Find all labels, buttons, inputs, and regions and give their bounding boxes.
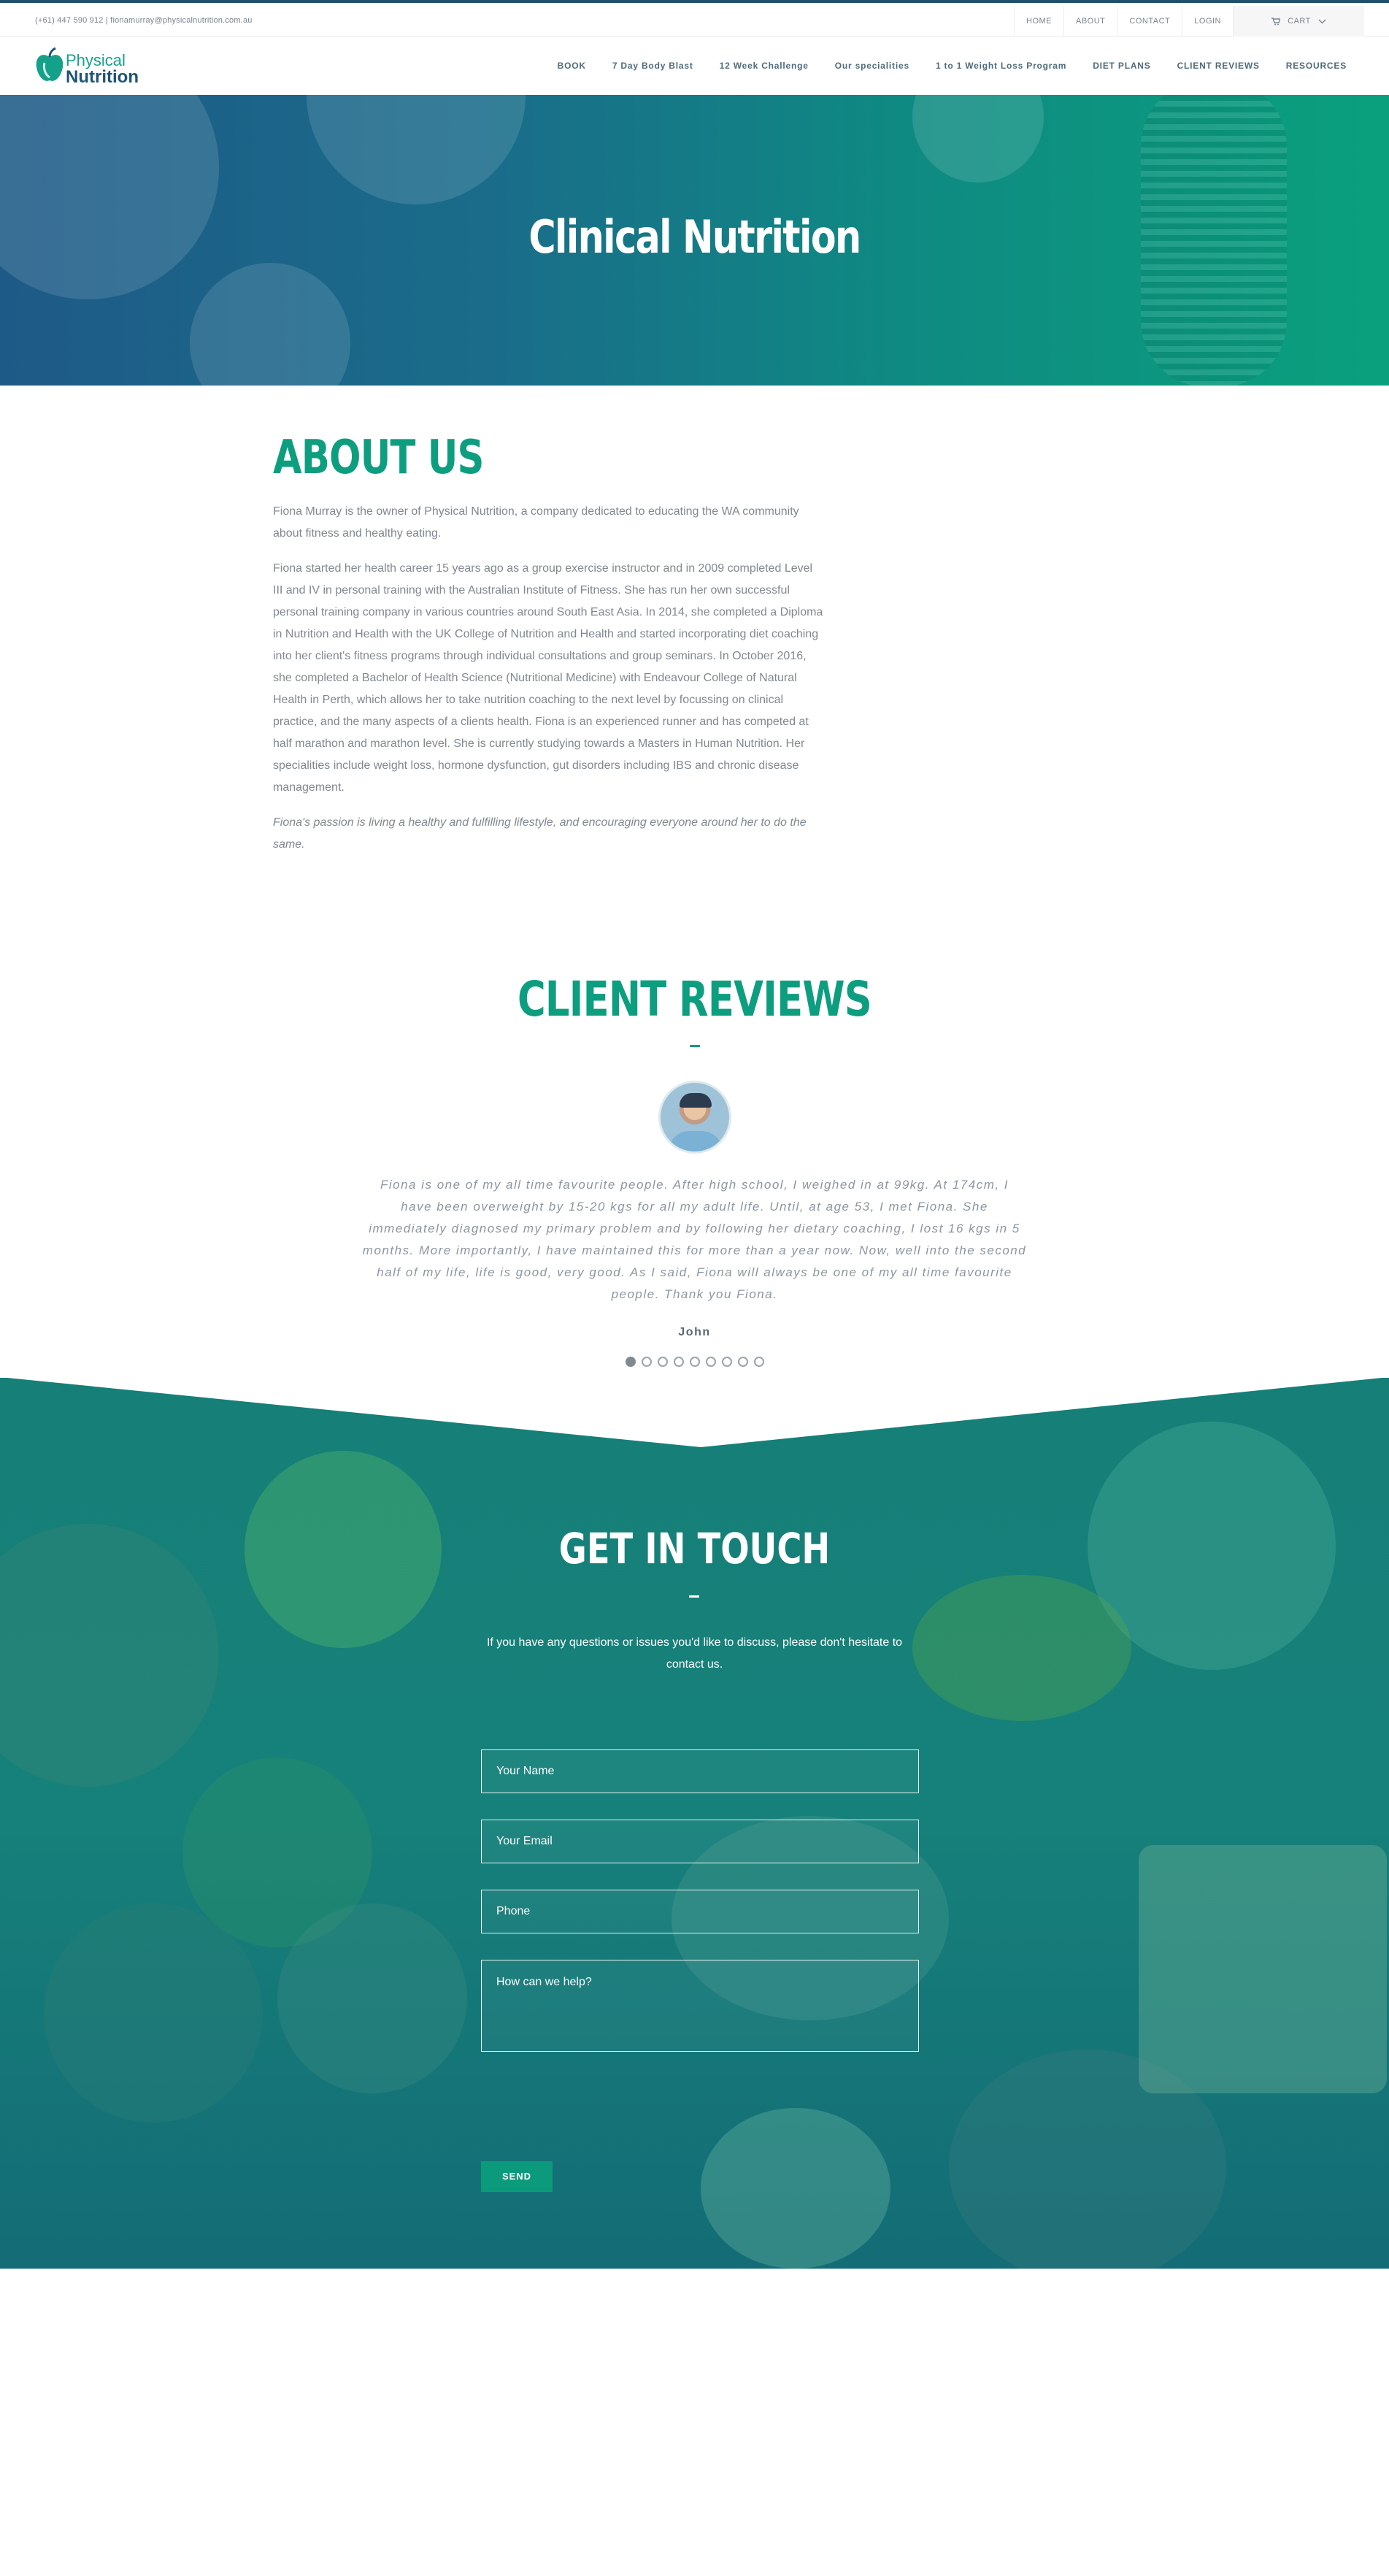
about-section: ABOUT US Fiona Murray is the owner of Ph… xyxy=(273,431,825,869)
contact-heading: GET IN TOUCH xyxy=(558,1524,831,1573)
hero-bg-shape xyxy=(190,263,350,386)
slider-dot[interactable] xyxy=(673,1357,684,1367)
review-quote: Fiona is one of my all time favourite pe… xyxy=(362,1178,1027,1301)
cart-icon xyxy=(1271,17,1281,25)
send-button[interactable]: SEND xyxy=(481,2161,553,2192)
contact-intro: If you have any questions or issues you'… xyxy=(486,1636,903,1671)
heading-divider xyxy=(689,1045,700,1047)
cart-button[interactable]: CART xyxy=(1233,6,1364,37)
email-field[interactable]: Your Email xyxy=(481,1820,919,1863)
slider-dot[interactable] xyxy=(625,1357,636,1367)
section-divider-notch xyxy=(7,1378,1382,1447)
cart-label: CART xyxy=(1288,17,1311,26)
site-logo[interactable]: Physical Nutrition xyxy=(35,44,152,88)
page-title: Clinical Nutrition xyxy=(528,210,861,264)
review-author: John xyxy=(678,1326,711,1338)
about-paragraph-3: Fiona's passion is living a healthy and … xyxy=(273,816,807,851)
apple-logo-icon xyxy=(36,47,64,81)
slider-dot[interactable] xyxy=(689,1357,700,1367)
nav-our-specialities[interactable]: Our specialities xyxy=(822,61,923,71)
bg-avocado xyxy=(912,1575,1131,1721)
nav-client-reviews[interactable]: CLIENT REVIEWS xyxy=(1164,61,1273,71)
top-contact-info: (+61) 447 590 912 | fionamurray@physical… xyxy=(35,16,253,25)
nav-weight-loss-program[interactable]: 1 to 1 Weight Loss Program xyxy=(923,61,1080,71)
reviewer-avatar xyxy=(658,1081,731,1154)
hero-banner: Clinical Nutrition xyxy=(0,95,1389,386)
top-link-home[interactable]: HOME xyxy=(1014,6,1063,37)
about-paragraph-2: Fiona started her health career 15 years… xyxy=(273,562,823,794)
nav-resources[interactable]: RESOURCES xyxy=(1273,61,1360,71)
logo-line-1: Physical xyxy=(66,51,126,69)
top-links: HOME ABOUT CONTACT LOGIN CART xyxy=(1014,6,1364,37)
top-link-about[interactable]: ABOUT xyxy=(1063,6,1117,37)
slider-dot[interactable] xyxy=(705,1357,716,1367)
nav-12-week-challenge[interactable]: 12 Week Challenge xyxy=(707,61,822,71)
chevron-down-icon xyxy=(1318,19,1326,23)
nav-diet-plans[interactable]: DIET PLANS xyxy=(1080,61,1163,71)
logo-line-2: Nutrition xyxy=(66,67,139,87)
bg-egg xyxy=(701,2108,890,2269)
main-nav: BOOK 7 Day Body Blast 12 Week Challenge … xyxy=(545,37,1360,95)
top-link-login[interactable]: LOGIN xyxy=(1182,6,1233,37)
bg-oil-jar xyxy=(44,1904,263,2123)
slider-dot[interactable] xyxy=(641,1357,652,1367)
main-header: Physical Nutrition BOOK 7 Day Body Blast… xyxy=(0,37,1389,95)
contact-section: GET IN TOUCH If you have any questions o… xyxy=(0,1378,1389,2269)
nav-book[interactable]: BOOK xyxy=(545,61,599,71)
about-heading: ABOUT US xyxy=(273,431,484,485)
top-bar: (+61) 447 590 912 | fionamurray@physical… xyxy=(0,0,1389,37)
phone-field[interactable]: Phone xyxy=(481,1890,919,1933)
client-reviews-section: CLIENT REVIEWS Fiona is one of my all ti… xyxy=(0,971,1389,1367)
heading-divider xyxy=(689,1595,699,1598)
reviews-heading: CLIENT REVIEWS xyxy=(517,971,872,1027)
bg-cheese xyxy=(1139,1845,1387,2093)
slider-dot[interactable] xyxy=(721,1357,732,1367)
hero-bg-shape xyxy=(307,95,526,204)
name-field[interactable]: Your Name xyxy=(481,1749,919,1793)
top-link-contact[interactable]: CONTACT xyxy=(1117,6,1182,37)
slider-pagination xyxy=(0,1357,1389,1367)
hero-bg-shape xyxy=(0,95,219,299)
about-paragraph-1: Fiona Murray is the owner of Physical Nu… xyxy=(273,505,799,540)
slider-dot[interactable] xyxy=(753,1357,764,1367)
slider-dot[interactable] xyxy=(657,1357,668,1367)
logo-wordmark: Physical Nutrition xyxy=(66,53,139,86)
bg-bowl-nuts xyxy=(277,1904,467,2093)
message-field[interactable]: How can we help? xyxy=(481,1960,919,2052)
slider-dot[interactable] xyxy=(737,1357,748,1367)
hero-bg-shape xyxy=(912,95,1044,183)
nav-7-day-body-blast[interactable]: 7 Day Body Blast xyxy=(599,61,707,71)
